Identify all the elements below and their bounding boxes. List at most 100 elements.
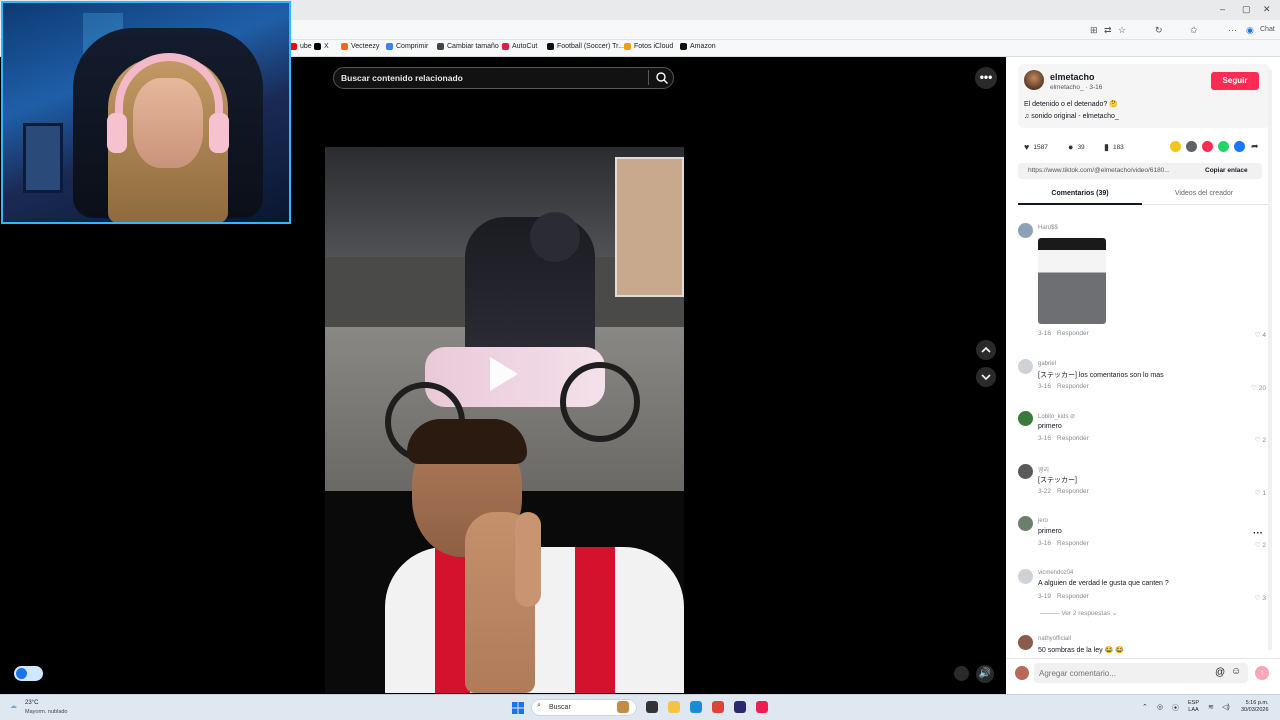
favorite-icon[interactable]: ☆ xyxy=(1118,25,1126,36)
language-indicator[interactable]: ESP LAA xyxy=(1188,700,1199,714)
comment-username[interactable]: vicmendoz04 xyxy=(1038,570,1073,576)
bookmark-x[interactable]: X xyxy=(314,43,329,50)
avatar[interactable] xyxy=(1018,411,1033,426)
comment-like[interactable]: ♡ 4 xyxy=(1255,331,1266,339)
edge-icon[interactable] xyxy=(690,701,702,713)
video-frame[interactable] xyxy=(325,147,684,693)
translate-icon[interactable]: ⇄ xyxy=(1104,25,1112,36)
save-button[interactable]: ▮ 183 xyxy=(1104,142,1124,153)
avatar[interactable] xyxy=(1018,359,1033,374)
comment-username[interactable]: gabriel xyxy=(1038,361,1056,367)
previous-video-button[interactable] xyxy=(976,340,996,360)
reply-link[interactable]: Responder xyxy=(1057,330,1089,337)
comment-more-button[interactable]: ··· xyxy=(1253,528,1263,539)
creator-shirt-stripe xyxy=(575,547,615,693)
bookmark-amazon[interactable]: Amazon xyxy=(680,43,716,50)
picture-in-picture-button[interactable] xyxy=(954,666,969,681)
close-window-icon[interactable]: ✕ xyxy=(1263,4,1271,15)
share-arrow-icon[interactable]: ➦ xyxy=(1251,141,1259,152)
clip-sign xyxy=(615,157,684,297)
next-video-button[interactable] xyxy=(976,367,996,387)
weather-temperature[interactable]: 23°C xyxy=(25,700,38,706)
view-replies-link[interactable]: ——— Ver 2 respuestas ⌄ xyxy=(1040,609,1117,617)
search-highlight-icon[interactable] xyxy=(617,701,629,713)
task-view-icon[interactable] xyxy=(646,701,658,713)
play-icon[interactable] xyxy=(490,357,518,391)
apps-icon[interactable]: ⊞ xyxy=(1090,25,1098,36)
comment-username[interactable]: 영리 xyxy=(1038,465,1049,474)
reply-link[interactable]: Responder xyxy=(1057,383,1089,390)
more-options-button[interactable]: ••• xyxy=(975,67,997,89)
chevron-up-icon[interactable]: ⌃ xyxy=(1142,703,1148,711)
favorites-bar-icon[interactable]: ✩ xyxy=(1190,25,1198,36)
sound-line[interactable]: ♫ sonido original - elmetacho_ xyxy=(1024,113,1119,120)
comment-like[interactable]: ♡ 3 xyxy=(1255,594,1266,602)
follow-button[interactable]: Seguir xyxy=(1211,72,1259,90)
whatsapp-icon[interactable] xyxy=(1218,141,1229,152)
bookmark-comprimir[interactable]: Comprimir xyxy=(386,43,428,50)
share-embed-icon[interactable] xyxy=(1170,141,1181,152)
comment-like[interactable]: ♡ 2 xyxy=(1255,436,1266,444)
comment-username[interactable]: Lobito_kids ⊘ xyxy=(1038,413,1075,420)
facebook-icon[interactable] xyxy=(1234,141,1245,152)
bookmark-fotos-icloud[interactable]: Fotos iCloud xyxy=(624,43,673,50)
comment-image[interactable] xyxy=(1038,238,1106,324)
emoji-icon[interactable]: ☺ xyxy=(1231,666,1241,677)
file-explorer-icon[interactable] xyxy=(668,701,680,713)
avatar[interactable] xyxy=(1018,516,1033,531)
search-icon[interactable] xyxy=(655,71,669,85)
reply-link[interactable]: Responder xyxy=(1057,488,1089,495)
bookmark-icon xyxy=(502,43,509,50)
tab-comments[interactable]: Comentarios (39) xyxy=(1018,190,1142,197)
comment-like[interactable]: ♡ 2 xyxy=(1255,541,1266,549)
avatar[interactable] xyxy=(1018,569,1033,584)
author-name[interactable]: elmetacho xyxy=(1050,72,1095,82)
volume-icon[interactable]: ◁) xyxy=(1222,703,1230,711)
avatar[interactable] xyxy=(1018,223,1033,238)
tiktok-icon[interactable] xyxy=(756,701,768,713)
share-friends-icon[interactable] xyxy=(1202,141,1213,152)
like-button[interactable]: ♥ 1587 xyxy=(1024,142,1048,152)
volume-button[interactable]: 🔊 xyxy=(976,665,994,683)
mention-icon[interactable]: @ xyxy=(1215,667,1225,678)
maximize-icon[interactable]: ▢ xyxy=(1242,4,1251,15)
minimize-icon[interactable]: – xyxy=(1220,4,1225,14)
comment-username[interactable]: Haru$$ xyxy=(1038,225,1058,231)
copilot-icon[interactable]: ◉ xyxy=(1246,25,1254,36)
comment-like[interactable]: ♡ 1 xyxy=(1255,489,1266,497)
comments-scrollbar[interactable] xyxy=(1268,70,1272,650)
bookmark-autocut[interactable]: AutoCut xyxy=(502,43,537,50)
comment-username[interactable]: nathyofficiall xyxy=(1038,636,1071,642)
microphone-icon[interactable]: ⦿ xyxy=(1172,703,1179,713)
clock[interactable]: 5:16 p.m. 30/03/2026 xyxy=(1241,700,1269,714)
avatar[interactable] xyxy=(1018,464,1033,479)
premiere-icon[interactable] xyxy=(734,701,746,713)
share-link-icon[interactable] xyxy=(1186,141,1197,152)
chrome-icon[interactable] xyxy=(712,701,724,713)
reply-link[interactable]: Responder xyxy=(1057,540,1089,547)
tab-creator-videos[interactable]: Videos del creador xyxy=(1142,190,1266,197)
comment-meta: 3-16 Responder xyxy=(1038,540,1089,547)
security-icon[interactable]: ◎ xyxy=(1157,703,1163,711)
author-avatar[interactable] xyxy=(1024,70,1044,90)
chat-button[interactable]: Chat xyxy=(1260,26,1275,33)
comment-like-count: 2 xyxy=(1262,542,1266,549)
windows-start-icon[interactable] xyxy=(512,702,524,714)
refresh-icon[interactable]: ↻ xyxy=(1155,25,1163,36)
wifi-icon[interactable]: ≋ xyxy=(1208,703,1214,711)
weather-description[interactable]: Mayorm. nublado xyxy=(25,709,68,715)
bookmark-icon xyxy=(341,43,348,50)
copy-link-button[interactable]: Copiar enlace xyxy=(1205,167,1248,174)
comment-username[interactable]: jero xyxy=(1038,518,1048,524)
bookmark-youtube[interactable]: ube xyxy=(290,43,312,50)
comment-button[interactable]: ● 39 xyxy=(1068,142,1085,152)
avatar[interactable] xyxy=(1018,635,1033,650)
bookmark-vecteezy[interactable]: Vecteezy xyxy=(341,43,379,50)
menu-dots-icon[interactable]: ··· xyxy=(1228,25,1237,35)
comment-like[interactable]: ♡ 20 xyxy=(1251,384,1266,392)
reply-link[interactable]: Responder xyxy=(1057,435,1089,442)
send-button[interactable]: ↑ xyxy=(1255,666,1269,680)
bookmark-cambiar-tamano[interactable]: Cambiar tamaño xyxy=(437,43,499,50)
bookmark-football[interactable]: Football (Soccer) Tr... xyxy=(547,43,624,50)
reply-link[interactable]: Responder xyxy=(1057,593,1089,600)
